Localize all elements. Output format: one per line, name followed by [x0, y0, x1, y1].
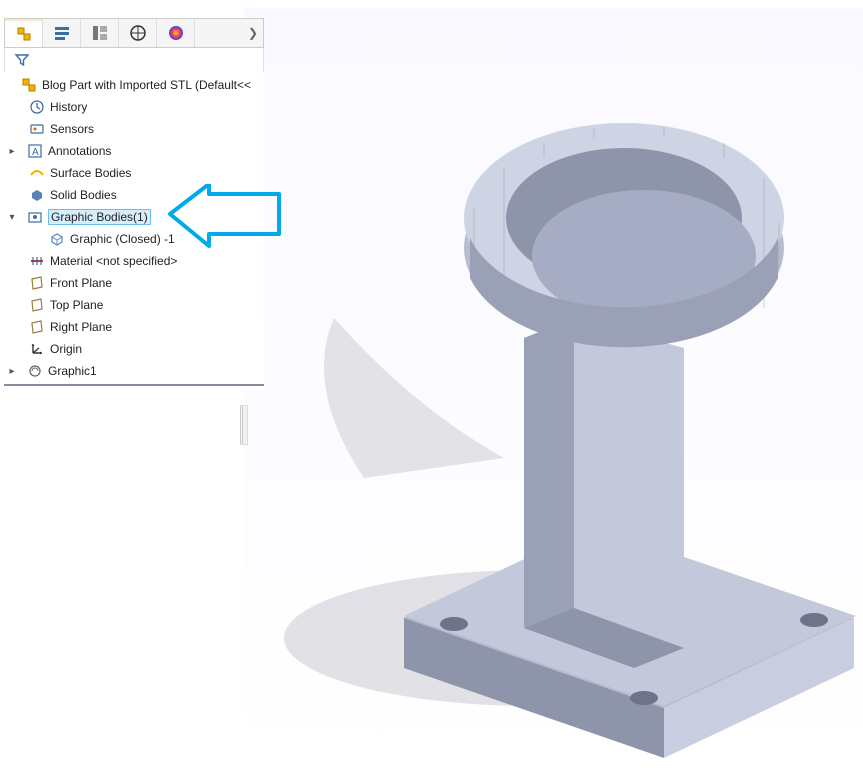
feature-manager-icon [15, 25, 33, 43]
tree-graphic-closed-label: Graphic (Closed) -1 [70, 232, 175, 246]
solid-bodies-icon [28, 186, 46, 204]
plane-icon [28, 318, 46, 336]
tree-history[interactable]: History [4, 96, 264, 118]
property-manager-icon [53, 24, 71, 42]
tree-filter-bar [4, 48, 264, 72]
tree-material[interactable]: Material <not specified> [4, 250, 264, 272]
tree-history-label: History [50, 100, 87, 114]
tree-graphic1-feature[interactable]: ▸ Graphic1 [4, 360, 264, 382]
tab-configuration-manager[interactable] [81, 19, 119, 47]
tree-right-plane-label: Right Plane [50, 320, 112, 334]
configuration-manager-icon [91, 24, 109, 42]
part-upright [524, 318, 684, 668]
tab-feature-manager[interactable] [5, 19, 43, 47]
plane-icon [28, 274, 46, 292]
history-icon [28, 98, 46, 116]
svg-text:A: A [32, 147, 39, 158]
tree-origin[interactable]: Origin [4, 338, 264, 360]
tree-solid-bodies-label: Solid Bodies [50, 188, 117, 202]
graphic-body-icon [48, 230, 66, 248]
sensors-icon [28, 120, 46, 138]
tab-display-manager[interactable] [157, 19, 195, 47]
tree-front-plane[interactable]: Front Plane [4, 272, 264, 294]
tab-dimxpert-manager[interactable] [119, 19, 157, 47]
dimxpert-icon [129, 24, 147, 42]
feature-manager-panel: ❯ Blog Part with Imported STL (Default<<… [4, 18, 264, 390]
3d-viewport[interactable] [244, 8, 863, 776]
tab-overflow-arrow[interactable]: ❯ [243, 26, 263, 40]
tree-surface-bodies[interactable]: Surface Bodies [4, 162, 264, 184]
tree-solid-bodies[interactable]: Solid Bodies [4, 184, 264, 206]
tab-property-manager[interactable] [43, 19, 81, 47]
tree-graphic-closed[interactable]: Graphic (Closed) -1 [4, 228, 264, 250]
tree-right-plane[interactable]: Right Plane [4, 316, 264, 338]
part-ring [464, 123, 784, 347]
tree-annotations-label: Annotations [48, 144, 111, 158]
tree-top-plane-label: Top Plane [50, 298, 103, 312]
annotations-icon: A [26, 142, 44, 160]
plane-icon [28, 296, 46, 314]
tree-sensors-label: Sensors [50, 122, 94, 136]
tree-sensors[interactable]: Sensors [4, 118, 264, 140]
tree-surface-bodies-label: Surface Bodies [50, 166, 131, 180]
panel-tabbar: ❯ [4, 18, 264, 48]
filter-icon[interactable] [13, 51, 31, 69]
panel-resize-handle[interactable] [240, 405, 248, 445]
material-icon [28, 252, 46, 270]
expander-icon[interactable]: ▾ [6, 212, 18, 223]
tree-graphic-bodies-label: Graphic Bodies(1) [48, 209, 151, 225]
origin-icon [28, 340, 46, 358]
graphic-bodies-icon [26, 208, 44, 226]
tree-graphic-bodies[interactable]: ▾ Graphic Bodies(1) [4, 206, 264, 228]
expander-icon[interactable]: ▸ [6, 366, 18, 377]
tree-material-label: Material <not specified> [50, 254, 177, 268]
expander-icon[interactable]: ▸ [6, 146, 18, 157]
feature-tree: Blog Part with Imported STL (Default<< H… [4, 72, 264, 390]
part-shadow-2 [324, 318, 504, 478]
tree-root-label: Blog Part with Imported STL (Default<< [42, 78, 251, 92]
display-manager-icon [167, 24, 185, 42]
tree-top-plane[interactable]: Top Plane [4, 294, 264, 316]
imported-feature-icon [26, 362, 44, 380]
tree-annotations[interactable]: ▸ A Annotations [4, 140, 264, 162]
tree-root-part[interactable]: Blog Part with Imported STL (Default<< [4, 74, 264, 96]
surface-bodies-icon [28, 164, 46, 182]
tree-front-plane-label: Front Plane [50, 276, 112, 290]
tree-rollback-bar[interactable] [4, 384, 264, 386]
part-icon [20, 76, 38, 94]
tree-graphic1-label: Graphic1 [48, 364, 97, 378]
tree-origin-label: Origin [50, 342, 82, 356]
